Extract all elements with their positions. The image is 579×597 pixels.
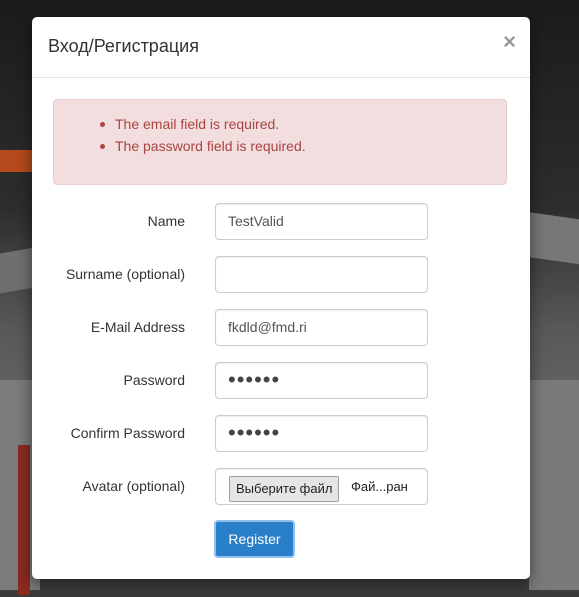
avatar-row: Avatar (optional) Выберите файл Фай...ра… xyxy=(32,468,530,505)
name-label: Name xyxy=(147,213,185,229)
choose-file-button[interactable]: Выберите файл xyxy=(229,476,340,502)
background-shape xyxy=(0,150,34,172)
confirm-password-row: Confirm Password •••••• xyxy=(32,415,530,452)
background-shape xyxy=(18,445,30,595)
close-icon[interactable]: × xyxy=(503,31,516,53)
surname-row: Surname (optional) xyxy=(32,256,530,293)
email-label: E-Mail Address xyxy=(90,319,185,335)
password-row: Password •••••• xyxy=(32,362,530,399)
login-register-modal: Вход/Регистрация × The email field is re… xyxy=(32,17,530,579)
error-message: The email field is required. xyxy=(100,113,506,135)
confirm-password-label: Confirm Password xyxy=(70,425,185,441)
file-name-text: Фай...ран xyxy=(351,479,408,494)
email-input[interactable]: fkdld@fmd.ri xyxy=(215,309,428,346)
password-label: Password xyxy=(123,372,185,388)
background-shape xyxy=(529,380,579,590)
avatar-label: Avatar (optional) xyxy=(82,478,185,494)
modal-header: Вход/Регистрация × xyxy=(32,17,530,78)
name-row: Name TestValid xyxy=(32,203,530,240)
name-input[interactable]: TestValid xyxy=(215,203,428,240)
error-alert: The email field is required. The passwor… xyxy=(53,99,507,185)
confirm-password-input[interactable]: •••••• xyxy=(215,415,428,452)
error-message: The password field is required. xyxy=(100,135,506,157)
register-button[interactable]: Register xyxy=(214,520,295,558)
avatar-file-input: Выберите файл Фай...ран xyxy=(215,468,428,505)
surname-label: Surname (optional) xyxy=(65,266,185,282)
password-input[interactable]: •••••• xyxy=(215,362,428,399)
surname-input[interactable] xyxy=(215,256,428,293)
modal-title: Вход/Регистрация xyxy=(48,36,199,56)
email-row: E-Mail Address fkdld@fmd.ri xyxy=(32,309,530,346)
